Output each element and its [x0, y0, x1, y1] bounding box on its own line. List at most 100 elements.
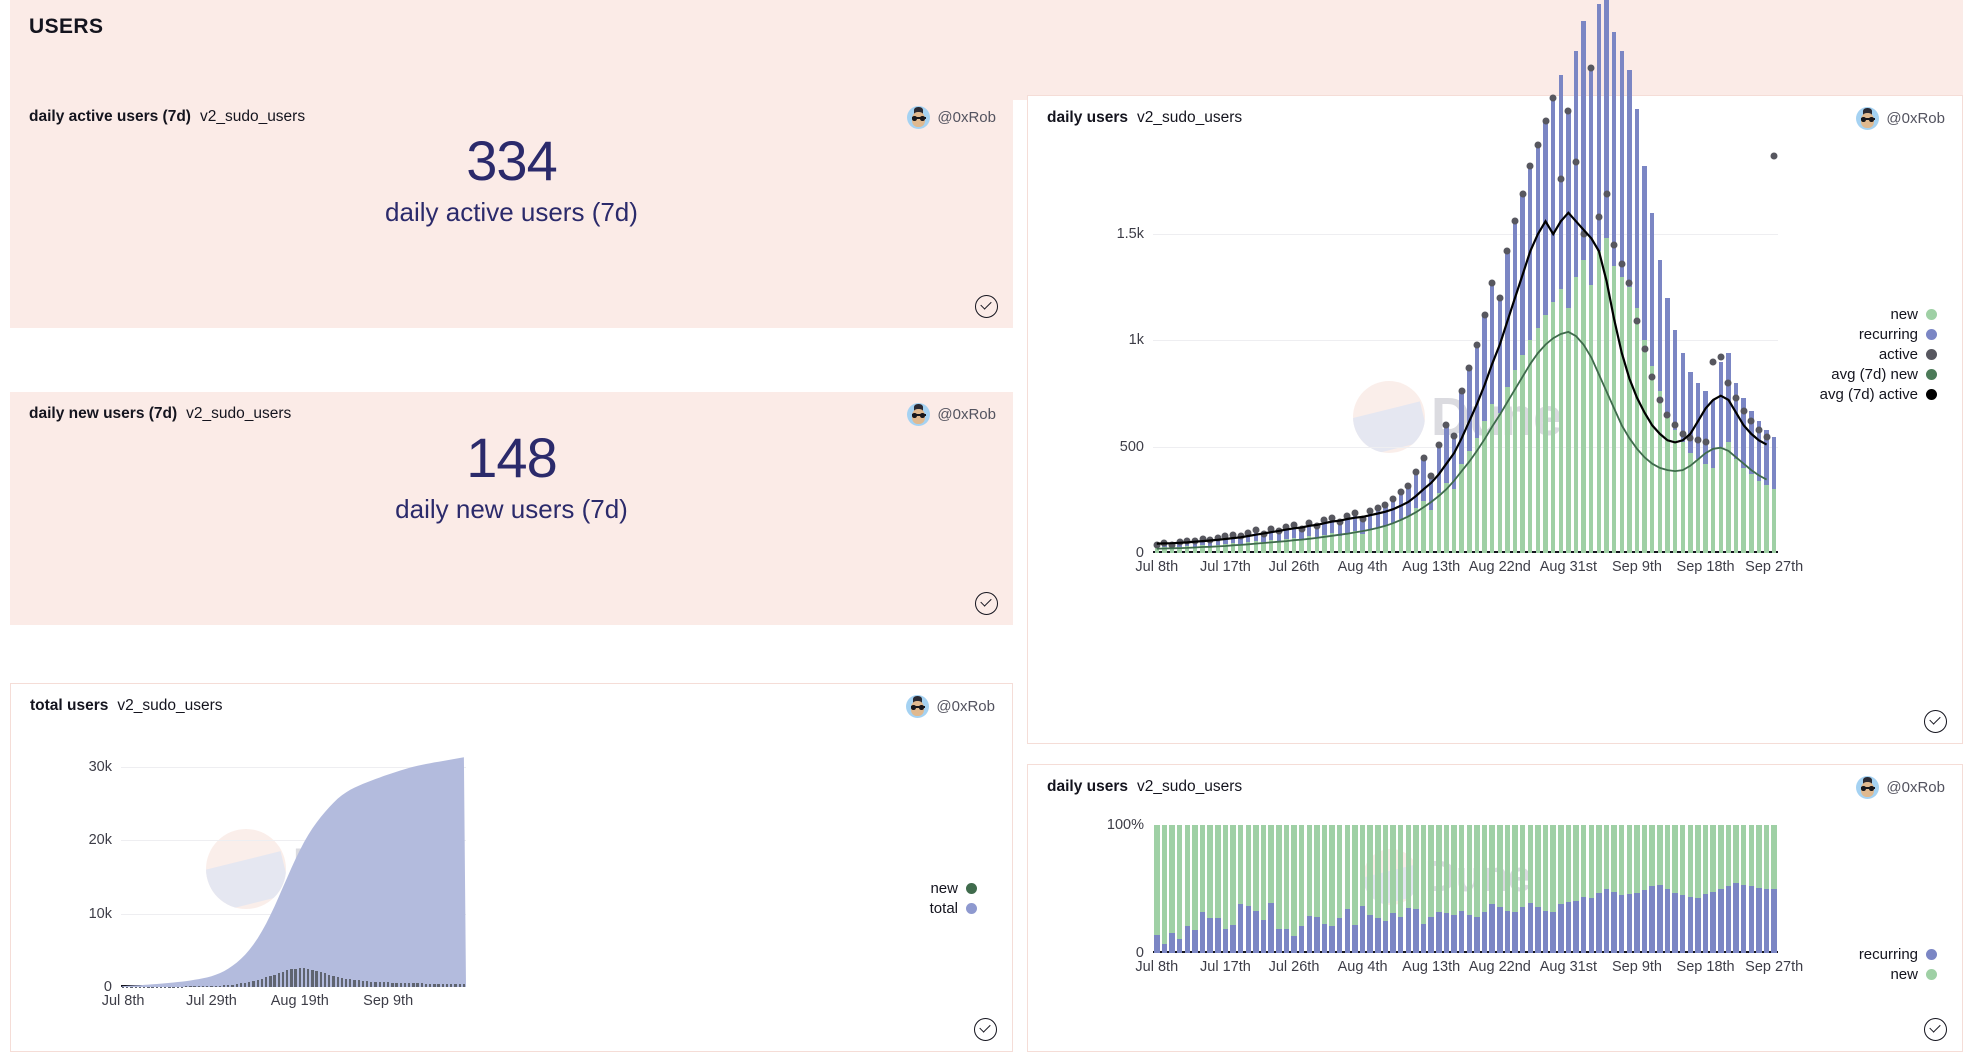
table-row[interactable] [1512, 825, 1517, 953]
table-row[interactable] [257, 980, 259, 987]
table-row[interactable] [1573, 825, 1578, 953]
table-row[interactable] [1238, 825, 1243, 953]
table-row[interactable] [294, 969, 296, 987]
table-row[interactable] [1413, 825, 1418, 953]
table-row[interactable] [1383, 825, 1388, 953]
table-row[interactable] [1710, 825, 1715, 953]
table-row[interactable] [1688, 825, 1693, 953]
table-row[interactable] [370, 982, 372, 987]
table-row[interactable] [1611, 825, 1616, 953]
table-row[interactable] [1215, 825, 1220, 953]
card-author[interactable]: @0xRob [907, 106, 996, 129]
table-row[interactable] [1764, 825, 1769, 953]
table-row[interactable] [1634, 825, 1639, 953]
table-row[interactable] [202, 986, 204, 987]
table-row[interactable] [286, 970, 288, 987]
table-row[interactable] [454, 984, 456, 987]
table-row[interactable] [1428, 825, 1433, 953]
table-row[interactable] [416, 983, 418, 987]
table-row[interactable] [248, 982, 250, 987]
check-circle-icon[interactable] [1924, 1018, 1947, 1041]
table-row[interactable] [261, 979, 263, 987]
table-row[interactable] [1390, 825, 1395, 953]
table-row[interactable] [358, 980, 360, 987]
table-row[interactable] [1589, 825, 1594, 953]
table-row[interactable] [273, 975, 275, 987]
table-row[interactable] [374, 982, 376, 987]
legend-item[interactable]: active [1727, 344, 1937, 364]
table-row[interactable] [1467, 825, 1472, 953]
table-row[interactable] [1718, 825, 1723, 953]
table-row[interactable] [1459, 825, 1464, 953]
legend-item[interactable]: avg (7d) new [1727, 364, 1937, 384]
table-row[interactable] [379, 982, 381, 987]
table-row[interactable] [219, 986, 221, 987]
table-row[interactable] [1207, 825, 1212, 953]
table-row[interactable] [1680, 825, 1685, 953]
card-author[interactable]: @0xRob [1856, 107, 1945, 130]
table-row[interactable] [1421, 825, 1426, 953]
table-row[interactable] [383, 982, 385, 987]
table-row[interactable] [1528, 825, 1533, 953]
table-row[interactable] [244, 983, 246, 987]
table-row[interactable] [1444, 825, 1449, 953]
table-row[interactable] [349, 979, 351, 987]
table-row[interactable] [362, 981, 364, 987]
table-row[interactable] [311, 970, 313, 987]
card-daily-new-users-counter[interactable]: daily new users (7d)v2_sudo_users @0xRob… [10, 392, 1013, 625]
table-row[interactable] [1436, 825, 1441, 953]
table-row[interactable] [1276, 825, 1281, 953]
table-row[interactable] [1345, 825, 1350, 953]
table-row[interactable] [1367, 825, 1372, 953]
table-row[interactable] [1733, 825, 1738, 953]
legend-item[interactable]: recurring [1727, 324, 1937, 344]
table-row[interactable] [332, 976, 334, 987]
table-row[interactable] [1154, 825, 1159, 953]
table-row[interactable] [1291, 825, 1296, 953]
table-row[interactable] [1192, 825, 1197, 953]
table-row[interactable] [1474, 825, 1479, 953]
table-row[interactable] [412, 983, 414, 987]
table-row[interactable] [1566, 825, 1571, 953]
table-row[interactable] [1627, 825, 1632, 953]
table-row[interactable] [1223, 825, 1228, 953]
table-row[interactable] [290, 969, 292, 987]
table-row[interactable] [1558, 825, 1563, 953]
table-row[interactable] [223, 985, 225, 987]
card-daily-active-users-counter[interactable]: daily active users (7d)v2_sudo_users @0x… [10, 95, 1013, 328]
table-row[interactable] [345, 979, 347, 987]
table-row[interactable] [1398, 825, 1403, 953]
table-row[interactable] [1604, 825, 1609, 953]
legend-item[interactable]: total [847, 898, 977, 918]
table-row[interactable] [337, 977, 339, 987]
table-row[interactable] [1550, 825, 1555, 953]
table-row[interactable] [1749, 825, 1754, 953]
table-row[interactable] [1482, 825, 1487, 953]
table-row[interactable] [366, 981, 368, 987]
daily-users-percent-legend[interactable]: recurringnew [1777, 944, 1937, 984]
table-row[interactable] [1360, 825, 1365, 953]
table-row[interactable] [408, 983, 410, 987]
table-row[interactable] [387, 982, 389, 987]
legend-item[interactable]: recurring [1777, 944, 1937, 964]
table-row[interactable] [215, 986, 217, 987]
table-row[interactable] [1543, 825, 1548, 953]
table-row[interactable] [236, 984, 238, 987]
table-row[interactable] [189, 986, 191, 987]
table-row[interactable] [1314, 825, 1319, 953]
check-circle-icon[interactable] [1924, 710, 1947, 733]
table-row[interactable] [1200, 825, 1205, 953]
table-row[interactable] [185, 986, 187, 987]
table-row[interactable] [442, 984, 444, 987]
card-author[interactable]: @0xRob [907, 403, 996, 426]
table-row[interactable] [1642, 825, 1647, 953]
table-row[interactable] [1665, 825, 1670, 953]
table-row[interactable] [421, 983, 423, 987]
table-row[interactable] [450, 984, 452, 987]
table-row[interactable] [303, 968, 305, 987]
table-row[interactable] [425, 984, 427, 987]
table-row[interactable] [459, 984, 461, 987]
table-row[interactable] [353, 980, 355, 987]
table-row[interactable] [1284, 825, 1289, 953]
table-row[interactable] [240, 983, 242, 987]
